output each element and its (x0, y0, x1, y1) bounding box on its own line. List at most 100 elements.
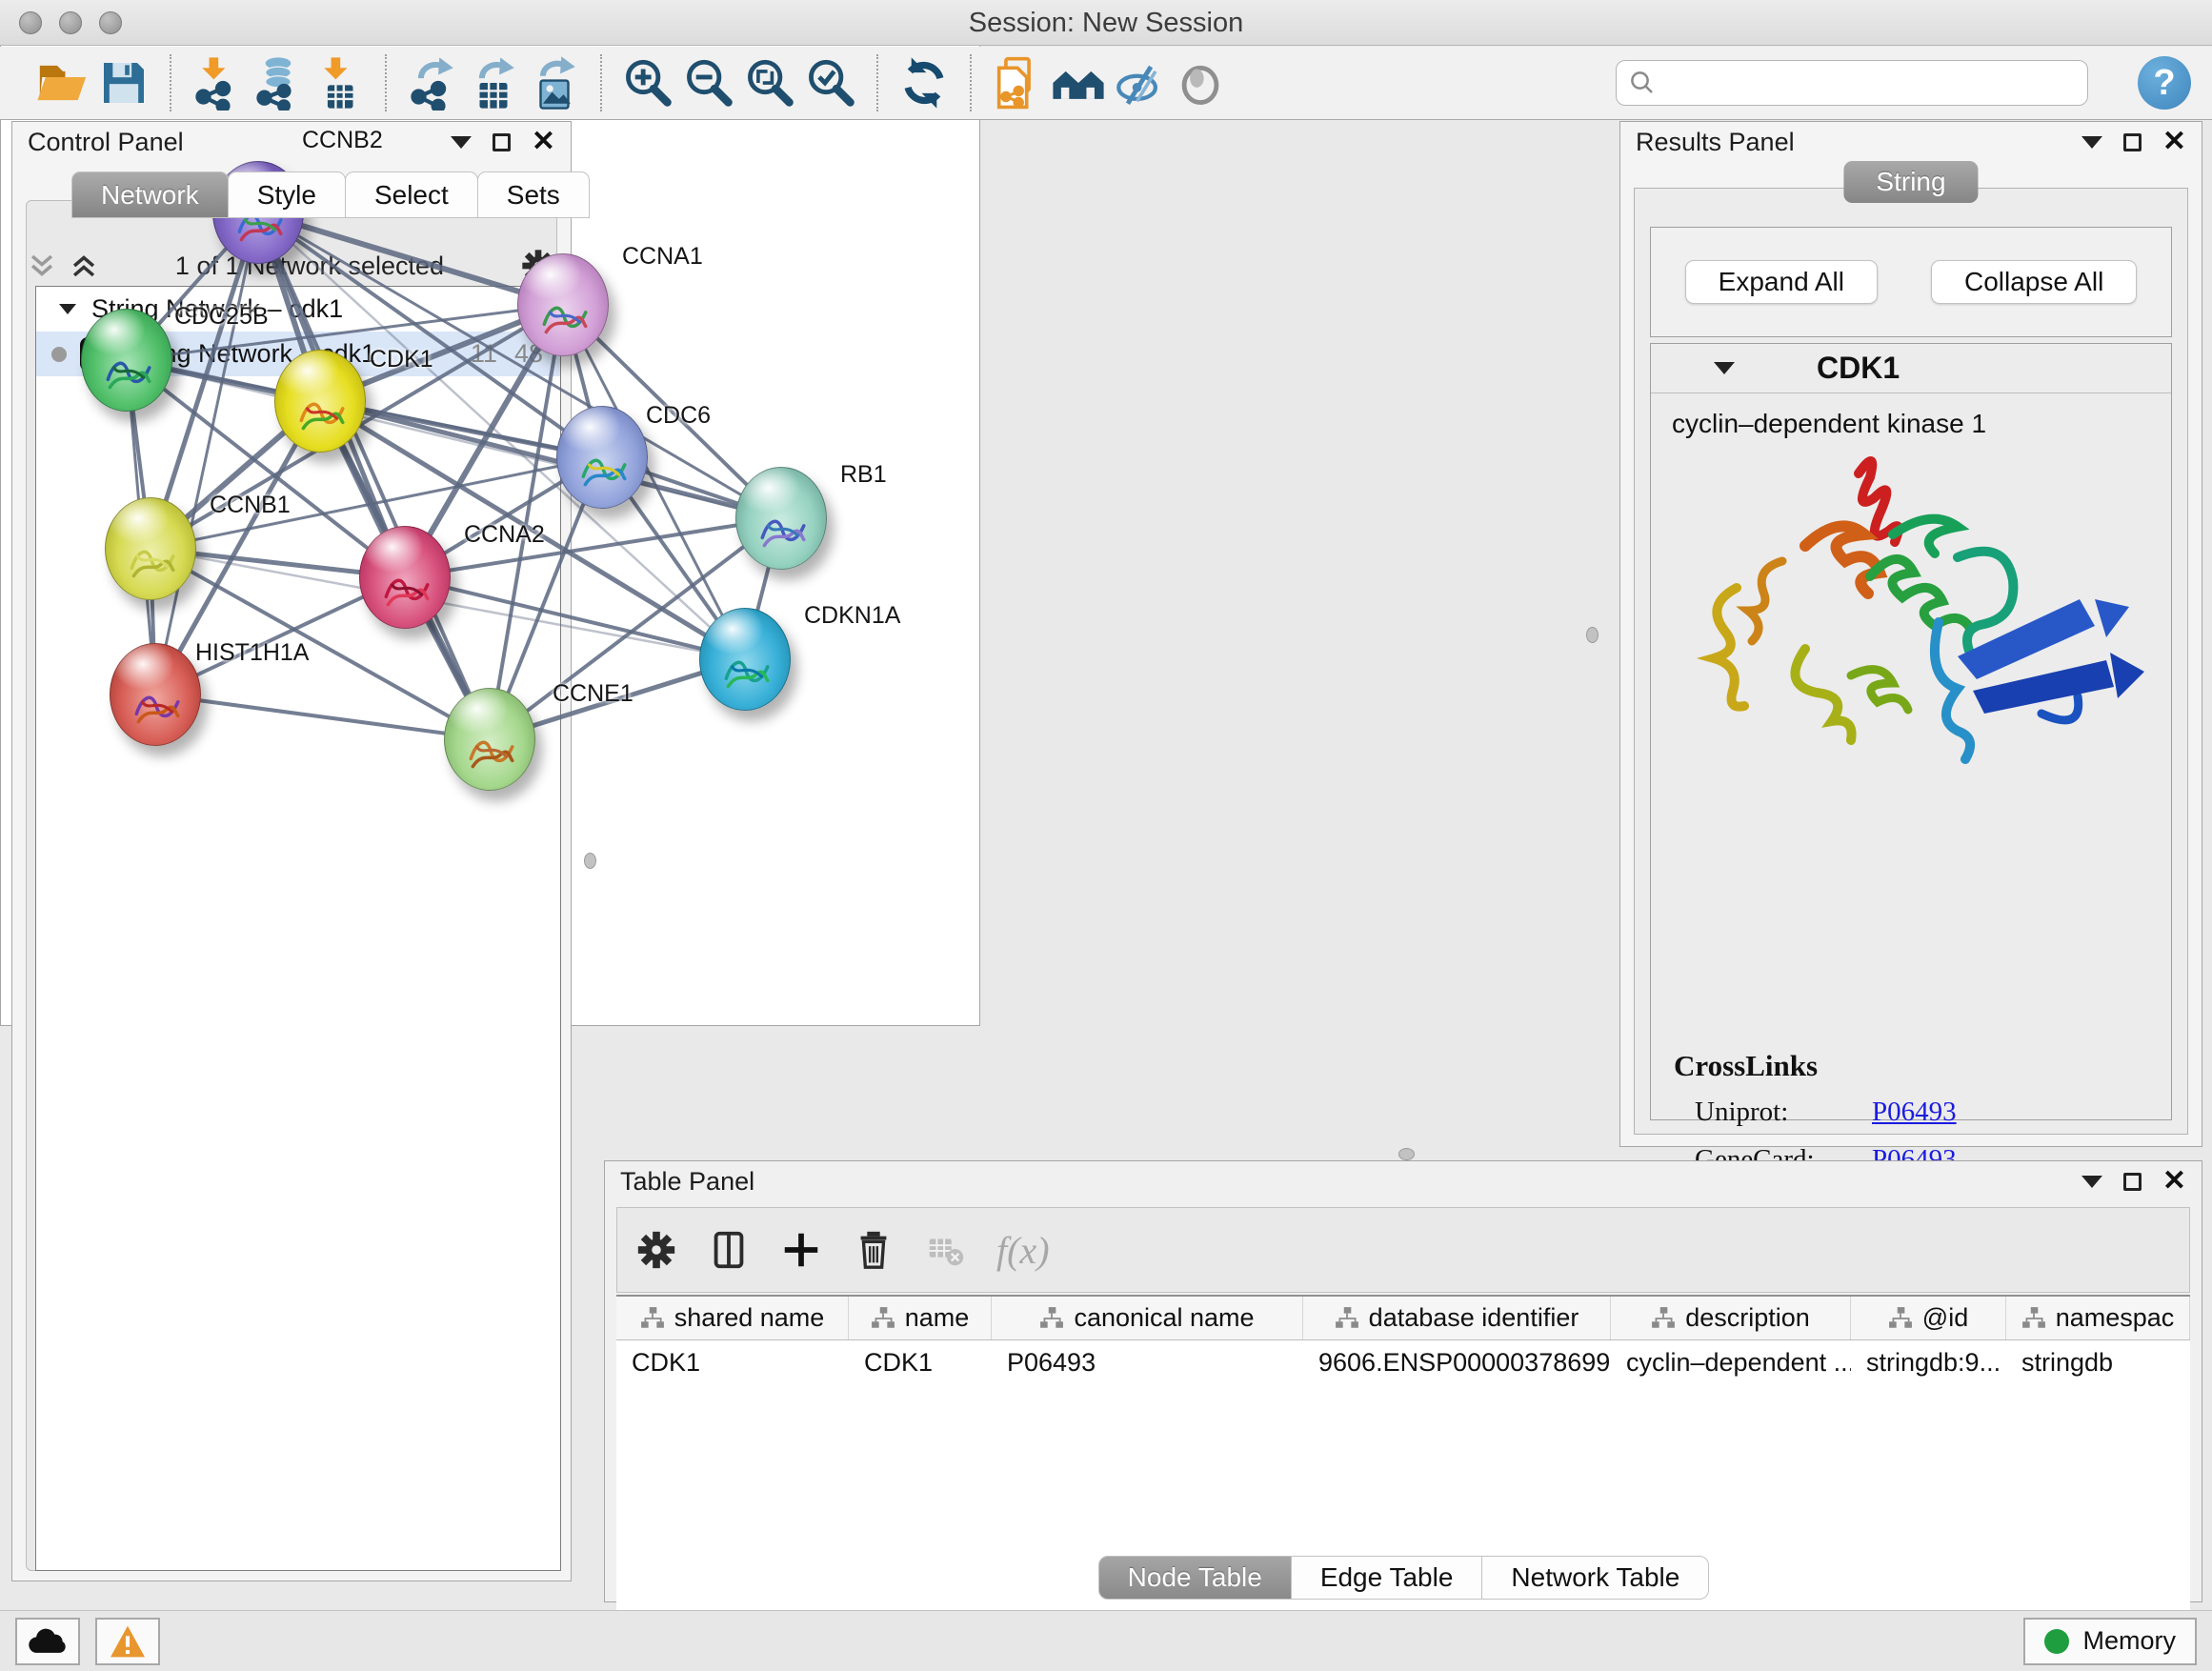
network-node-cdc25b[interactable] (81, 309, 172, 412)
panel-menu-icon[interactable] (2081, 136, 2102, 149)
protein-ribbon-thumbnail (754, 502, 810, 557)
protein-structure-image (1668, 424, 2182, 805)
column-header-canonical-name[interactable]: canonical name (992, 1297, 1303, 1339)
table-cell[interactable]: CDK1 (849, 1340, 992, 1384)
network-node-ccna2[interactable] (359, 526, 451, 629)
table-cell[interactable]: stringdb (2006, 1340, 2190, 1384)
table-cell[interactable]: cyclin–dependent ... (1611, 1340, 1851, 1384)
string-results-group: Expand All Collapse All CDK1 cyclin–depe… (1634, 188, 2188, 1135)
results-panel: Results Panel ✕ String Expand All Collap… (1619, 121, 2202, 1147)
protein-ribbon-thumbnail (129, 678, 184, 734)
node-result-header[interactable]: CDK1 (1651, 344, 2171, 393)
column-header-namespac[interactable]: namespac (2006, 1297, 2190, 1339)
show-columns-icon[interactable] (707, 1228, 751, 1272)
tab-network-table[interactable]: Network Table (1481, 1556, 1709, 1600)
home-view-button[interactable] (1048, 52, 1109, 113)
node-label: CCNB2 (302, 127, 383, 154)
expand-all-button[interactable]: Expand All (1685, 260, 1878, 304)
column-header-label: database identifier (1369, 1303, 1579, 1333)
node-label: CDK1 (370, 346, 433, 373)
network-node-rb1[interactable] (735, 467, 827, 570)
close-panel-icon[interactable]: ✕ (2162, 128, 2186, 156)
tab-edge-table[interactable]: Edge Table (1291, 1556, 1483, 1600)
document-network-icon (990, 55, 1045, 111)
network-node-ccna1[interactable] (517, 253, 609, 356)
node-label: CCNA2 (464, 521, 545, 549)
search-input[interactable] (1657, 68, 2076, 99)
panel-menu-icon[interactable] (2081, 1176, 2102, 1188)
network-node-cdkn1a[interactable] (699, 608, 791, 711)
cloud-status-button[interactable] (15, 1618, 80, 1665)
network-node-cdc6[interactable] (556, 406, 648, 509)
network-edge[interactable] (258, 212, 563, 305)
table-settings-gear-icon[interactable] (634, 1228, 678, 1272)
network-canvas[interactable]: CCNB2 CCNA1 CDC25B CDK1 CDC6 RB1 (0, 0, 978, 972)
delete-column-icon[interactable] (852, 1228, 895, 1272)
column-type-icon (1039, 1306, 1064, 1331)
warnings-button[interactable] (95, 1618, 160, 1665)
function-builder-icon: f(x) (996, 1228, 1050, 1273)
table-cell[interactable]: 9606.ENSP00000378699 (1303, 1340, 1611, 1384)
column-header-label: @id (1922, 1303, 1968, 1333)
table-row[interactable]: CDK1CDK1P064939606.ENSP00000378699cyclin… (616, 1340, 2190, 1384)
float-panel-icon[interactable] (2123, 1173, 2142, 1191)
crosslink-label: Uniprot: (1695, 1097, 1872, 1128)
column-header-database-identifier[interactable]: database identifier (1303, 1297, 1611, 1339)
table-panel: Table Panel ✕ f(x) shared namenamecanoni… (604, 1160, 2202, 1602)
clone-network-button[interactable] (987, 52, 1048, 113)
column-header-label: canonical name (1074, 1303, 1254, 1333)
help-button[interactable]: ? (2138, 56, 2191, 110)
splitter-handle[interactable] (1586, 627, 1599, 643)
crosslinks-title: CrossLinks (1674, 1049, 2154, 1083)
protein-ribbon-thumbnail (463, 723, 518, 778)
column-header-description[interactable]: description (1611, 1297, 1851, 1339)
column-header-label: shared name (674, 1303, 825, 1333)
protein-ribbon-thumbnail (575, 441, 631, 496)
eye-icon (1173, 55, 1228, 111)
network-node-hist1h1a[interactable] (110, 643, 201, 746)
table-cell[interactable]: P06493 (992, 1340, 1303, 1384)
delete-table-icon (924, 1228, 968, 1272)
tab-string[interactable]: String (1843, 161, 1978, 203)
column-header--id[interactable]: @id (1851, 1297, 2006, 1339)
tab-select[interactable]: Select (345, 171, 478, 218)
network-node-cdk1[interactable] (274, 350, 366, 453)
hide-panel-button[interactable] (1109, 52, 1170, 113)
add-column-icon[interactable] (779, 1228, 823, 1272)
collapse-all-button[interactable]: Collapse All (1931, 260, 2137, 304)
node-label: CCNE1 (553, 680, 633, 708)
table-cell[interactable]: CDK1 (616, 1340, 849, 1384)
protein-ribbon-thumbnail (293, 385, 349, 440)
node-label: CCNA1 (622, 243, 703, 271)
expand-collapse-box: Expand All Collapse All (1650, 227, 2172, 337)
column-type-icon (1335, 1306, 1359, 1331)
crosslink-row: Uniprot:P06493 (1674, 1097, 2154, 1128)
network-edge[interactable] (155, 695, 490, 739)
network-node-ccnb1[interactable] (105, 497, 196, 600)
network-node-ccne1[interactable] (444, 688, 535, 791)
column-type-icon (1651, 1306, 1676, 1331)
node-label: HIST1H1A (195, 639, 309, 667)
close-panel-icon[interactable]: ✕ (2162, 1167, 2186, 1196)
tab-network[interactable]: Network (71, 171, 229, 218)
splitter-handle[interactable] (584, 853, 596, 869)
tab-style[interactable]: Style (228, 171, 346, 218)
collapse-entry-icon[interactable] (1714, 362, 1735, 374)
network-edges (0, 0, 978, 972)
protein-ribbon-thumbnail (100, 344, 155, 399)
column-header-shared-name[interactable]: shared name (616, 1297, 849, 1339)
tab-sets[interactable]: Sets (477, 171, 590, 218)
float-panel-icon[interactable] (2123, 133, 2142, 151)
table-cell[interactable]: stringdb:9... (1851, 1340, 2006, 1384)
memory-button[interactable]: Memory (2023, 1618, 2197, 1665)
crosslink-link[interactable]: P06493 (1872, 1097, 1957, 1128)
status-bar: Memory (0, 1610, 2212, 1671)
splitter-handle[interactable] (1398, 1148, 1415, 1160)
show-panel-button[interactable] (1170, 52, 1231, 113)
eye-slash-icon (1112, 55, 1167, 111)
network-edge[interactable] (155, 212, 258, 695)
tab-node-table[interactable]: Node Table (1098, 1556, 1292, 1600)
column-header-name[interactable]: name (849, 1297, 992, 1339)
results-panel-title: Results Panel (1636, 128, 1795, 157)
memory-status-dot (2044, 1629, 2069, 1654)
